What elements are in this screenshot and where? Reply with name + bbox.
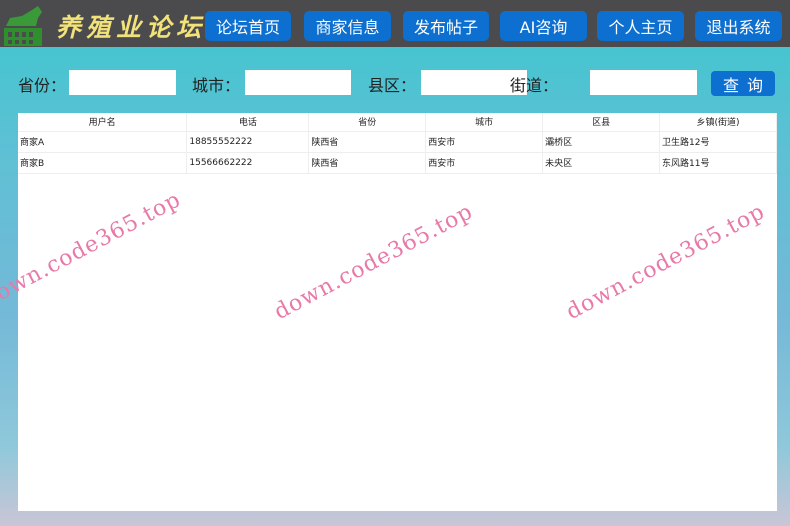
column-header[interactable]: 区县 xyxy=(542,113,661,131)
cell-province: 陕西省 xyxy=(308,151,427,173)
street-label: 街道： xyxy=(510,76,559,95)
cell-phone: 15566662222 xyxy=(186,151,310,173)
cell-province: 陕西省 xyxy=(308,130,427,152)
merchant-table: 用户名 电话 省份 城市 区县 乡镇(街道) 商家A 18855552222 陕… xyxy=(18,113,777,511)
site-title: 养殖业论坛 xyxy=(56,13,207,42)
nav-ai-consult[interactable]: AI咨询 xyxy=(500,11,587,41)
column-header[interactable]: 电话 xyxy=(186,113,310,131)
cell-username: 商家B xyxy=(18,151,188,173)
farm-logo-icon xyxy=(4,6,42,46)
cell-county: 未央区 xyxy=(542,151,661,173)
cell-street: 卫生路12号 xyxy=(659,130,777,152)
table-row[interactable]: 商家A 18855552222 陕西省 西安市 灞桥区 卫生路12号 xyxy=(18,130,777,152)
nav-personal-page[interactable]: 个人主页 xyxy=(597,11,684,41)
cell-phone: 18855552222 xyxy=(186,130,310,152)
street-input[interactable] xyxy=(590,70,697,95)
city-input[interactable] xyxy=(245,70,351,95)
column-header[interactable]: 乡镇(街道) xyxy=(659,113,777,131)
query-button[interactable]: 查询 xyxy=(711,71,775,96)
table-row[interactable]: 商家B 15566662222 陕西省 西安市 未央区 东风路11号 xyxy=(18,151,777,173)
province-label: 省份： xyxy=(18,76,67,95)
table-header-row: 用户名 电话 省份 城市 区县 乡镇(街道) xyxy=(18,113,777,131)
cell-city: 西安市 xyxy=(425,151,544,173)
county-label: 县区： xyxy=(368,76,417,95)
column-header[interactable]: 省份 xyxy=(308,113,427,131)
column-header[interactable]: 用户名 xyxy=(18,113,188,131)
header-bar: 养殖业论坛 论坛首页 商家信息 发布帖子 AI咨询 个人主页 退出系统 xyxy=(0,0,790,47)
city-label: 城市： xyxy=(192,76,241,95)
nav-forum-home[interactable]: 论坛首页 xyxy=(205,11,291,41)
cell-county: 灞桥区 xyxy=(542,130,661,152)
cell-username: 商家A xyxy=(18,130,188,152)
cell-city: 西安市 xyxy=(425,130,544,152)
province-input[interactable] xyxy=(69,70,176,95)
nav-merchant-info[interactable]: 商家信息 xyxy=(304,11,391,41)
nav-publish-post[interactable]: 发布帖子 xyxy=(403,11,489,41)
cell-street: 东风路11号 xyxy=(659,151,777,173)
nav-logout[interactable]: 退出系统 xyxy=(695,11,782,41)
column-header[interactable]: 城市 xyxy=(425,113,544,131)
